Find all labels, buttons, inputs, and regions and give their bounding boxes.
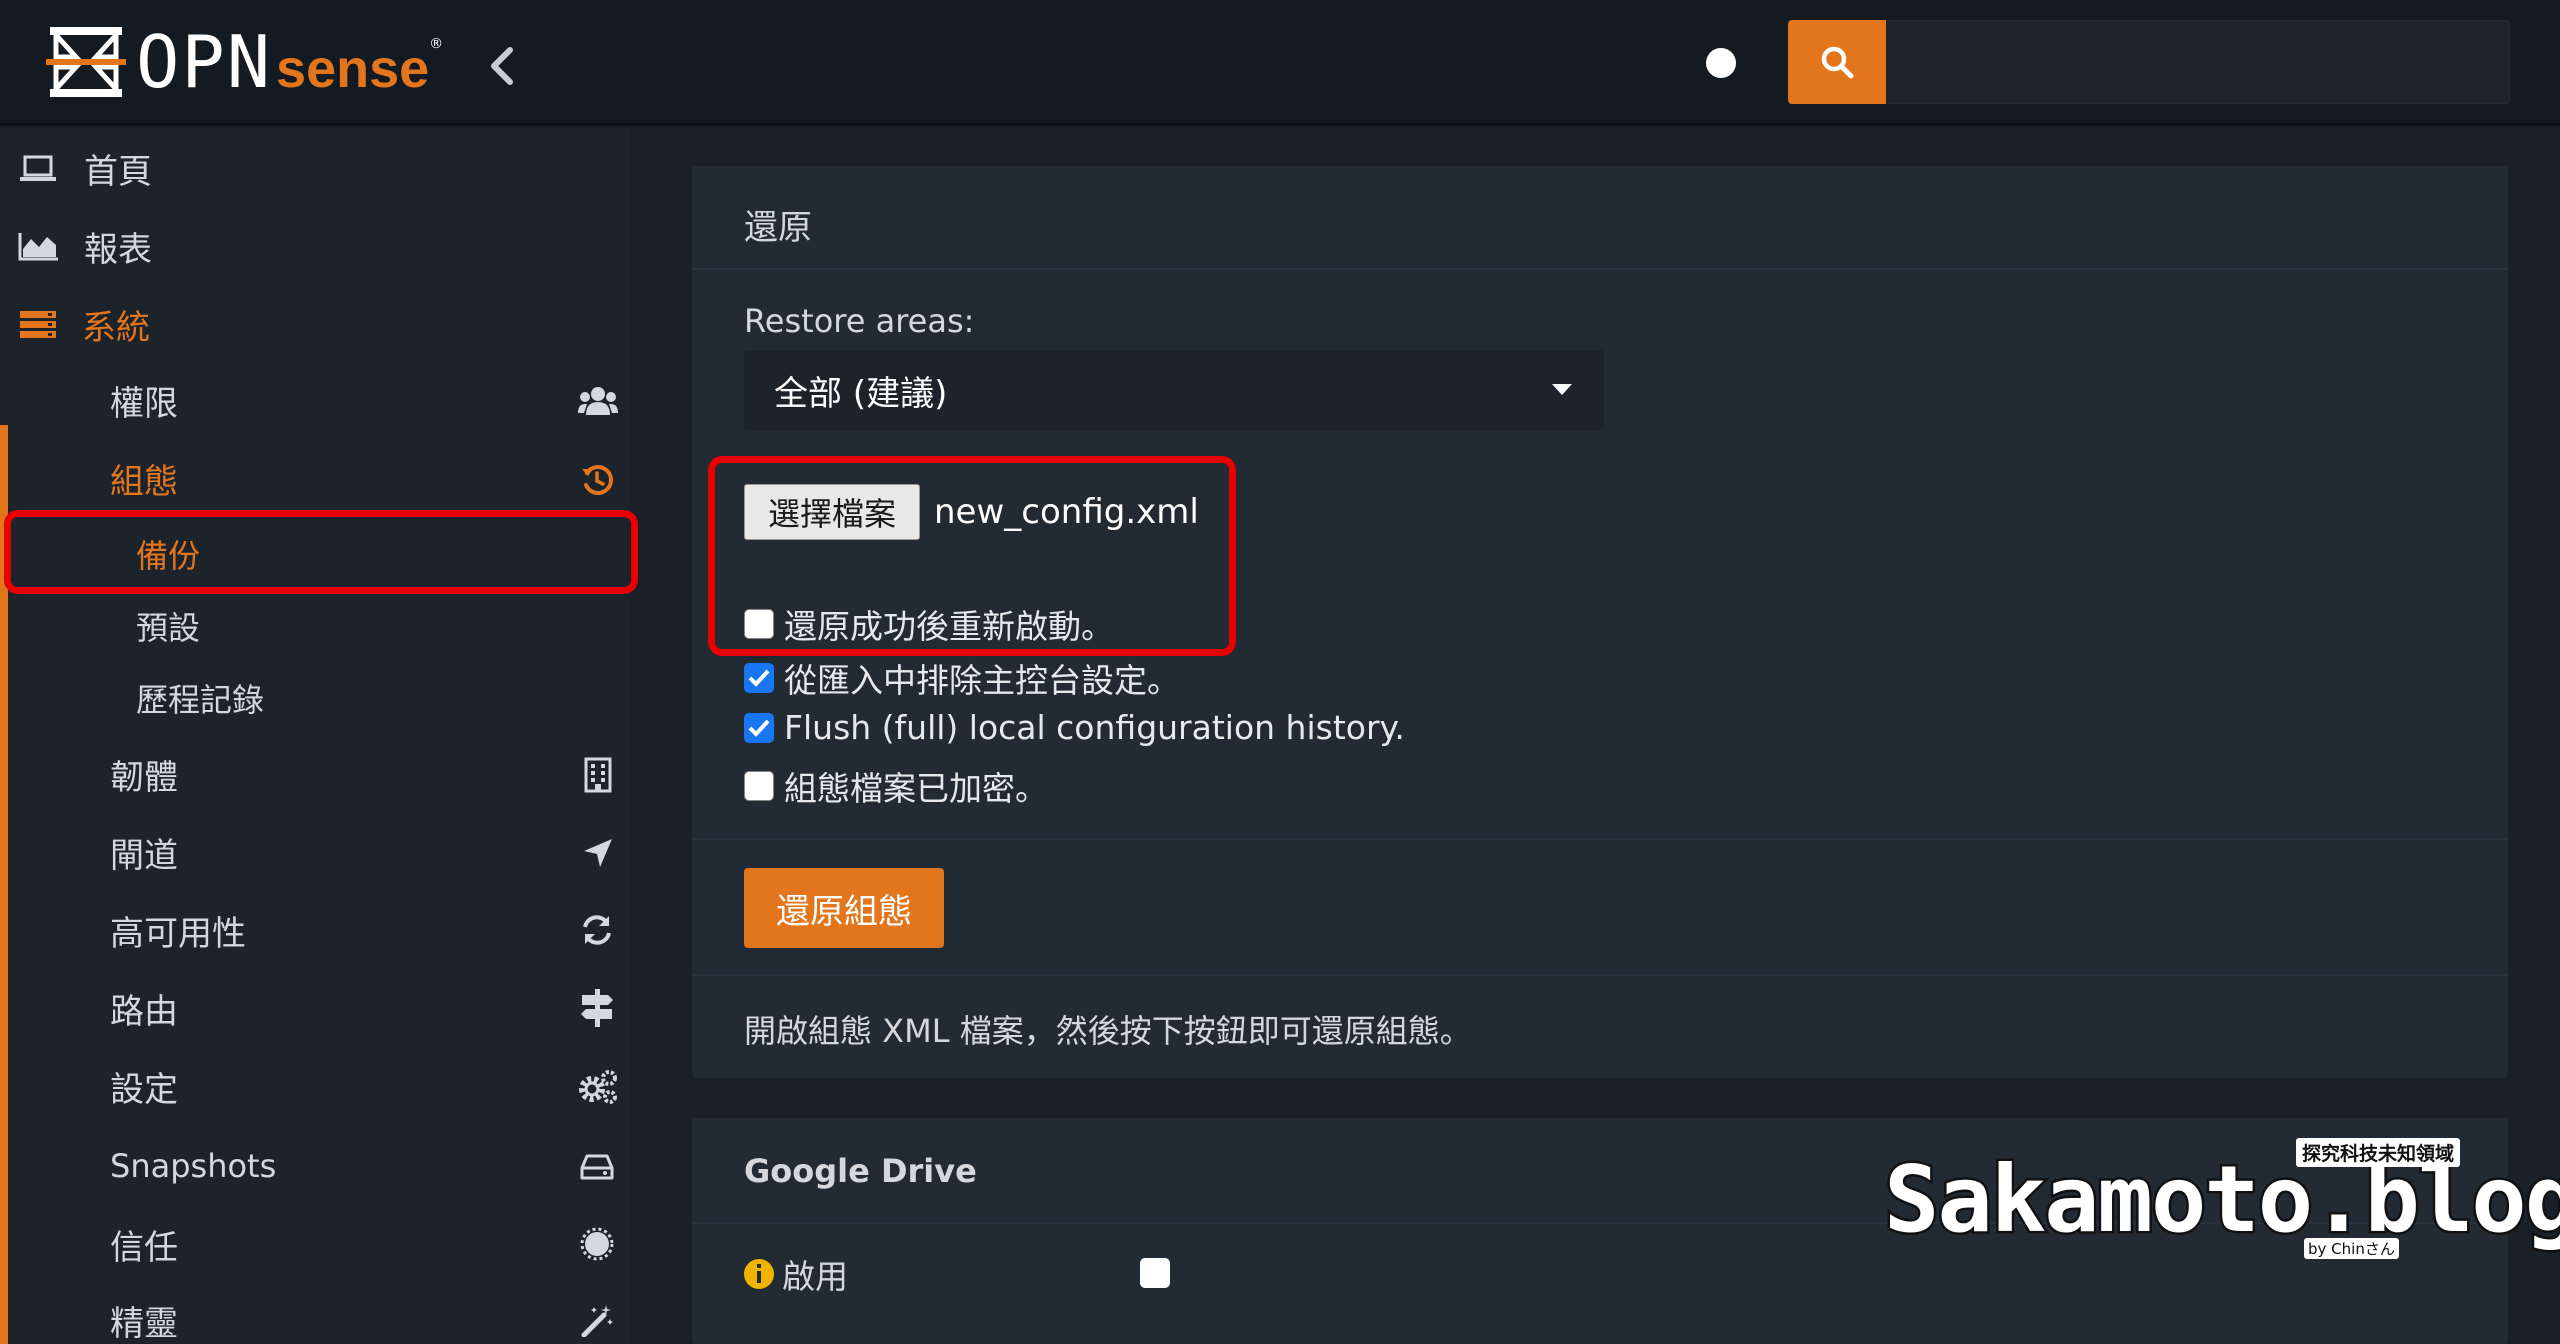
- highlight-annotation: [708, 456, 1236, 656]
- enable-label: 啟用: [782, 1257, 848, 1296]
- highlight-annotation: [4, 510, 638, 594]
- select-value: 全部 (建議): [774, 373, 948, 414]
- building-icon: [584, 757, 612, 793]
- search-button[interactable]: [1788, 20, 1886, 104]
- sidebar-item-gateways[interactable]: 閘道: [0, 817, 630, 887]
- watermark: Sakamoto.blog 探究科技未知領域 by Chinさん: [1881, 1134, 2560, 1264]
- sidebar-item-history[interactable]: 歷程記錄: [0, 663, 630, 733]
- sidebar-item-wizard[interactable]: 精靈: [0, 1285, 630, 1344]
- logo-text-primary: OPN: [136, 20, 273, 104]
- users-icon: [578, 387, 618, 415]
- panel-title: 還原: [744, 208, 812, 248]
- sidebar-item-label: 預設: [136, 609, 201, 647]
- check-icon: [748, 669, 770, 687]
- enable-checkbox[interactable]: [1140, 1258, 1170, 1288]
- restore-areas-select[interactable]: 全部 (建議): [744, 350, 1604, 430]
- area-chart-icon: [18, 233, 58, 261]
- sidebar-item-label: 系統: [82, 307, 150, 348]
- option-exclude-console[interactable]: 從匯入中排除主控台設定。: [744, 654, 1180, 702]
- option-label: 組態檔案已加密。: [784, 769, 1048, 808]
- panel-header: 還原: [692, 166, 2508, 270]
- sidebar: 首頁 報表 系統 權限 組態 備份 預設 歷程記錄 韌體 閘道 高可用性 路由 …: [0, 129, 638, 1344]
- sidebar-item-settings[interactable]: 設定: [0, 1051, 630, 1121]
- location-arrow-icon: [584, 839, 612, 867]
- divider: [692, 974, 2508, 976]
- logo-registered-mark: ®: [429, 36, 444, 52]
- sidebar-item-system[interactable]: 系統: [0, 289, 630, 359]
- sidebar-item-label: 設定: [110, 1069, 178, 1110]
- checkbox-unchecked[interactable]: [744, 771, 774, 801]
- watermark-byline: by Chinさん: [2304, 1238, 2399, 1259]
- sidebar-item-label: Snapshots: [110, 1147, 277, 1185]
- server-icon: [20, 311, 56, 338]
- sidebar-item-label: 權限: [110, 383, 178, 424]
- caret-down-icon: [1552, 384, 1572, 395]
- sidebar-item-trust[interactable]: 信任: [0, 1209, 630, 1279]
- sidebar-item-label: 歷程記錄: [136, 681, 265, 719]
- cogs-icon: [579, 1070, 617, 1104]
- sidebar-item-label: 精靈: [110, 1303, 178, 1344]
- sidebar-item-label: 首頁: [84, 151, 152, 192]
- magic-icon: [581, 1305, 613, 1337]
- sidebar-item-access[interactable]: 權限: [0, 365, 630, 435]
- sidebar-item-label: 閘道: [110, 835, 178, 876]
- sidebar-item-label: 韌體: [110, 757, 178, 798]
- checkbox-checked[interactable]: [744, 663, 774, 693]
- opnsense-logo-icon: [46, 27, 126, 97]
- info-icon[interactable]: [744, 1259, 774, 1289]
- panel-title: Google Drive: [744, 1152, 977, 1190]
- laptop-icon: [20, 155, 56, 181]
- divider: [692, 838, 2508, 840]
- sidebar-item-label: 高可用性: [110, 913, 246, 954]
- sidebar-item-snapshots[interactable]: Snapshots: [0, 1131, 630, 1201]
- chevron-left-icon[interactable]: [484, 46, 520, 86]
- option-label: Flush (full) local configuration history…: [784, 708, 1405, 747]
- sidebar-item-label: 報表: [84, 229, 152, 270]
- sidebar-item-firmware[interactable]: 韌體: [0, 739, 630, 809]
- sidebar-item-reporting[interactable]: 報表: [0, 211, 630, 281]
- restore-areas-label: Restore areas:: [744, 302, 975, 340]
- option-encrypted[interactable]: 組態檔案已加密。: [744, 762, 1048, 810]
- history-icon: [582, 465, 613, 495]
- status-dot[interactable]: [1706, 48, 1736, 78]
- watermark-tagline: 探究科技未知領域: [2296, 1138, 2461, 1167]
- drive-icon: [580, 1154, 614, 1180]
- sidebar-item-routes[interactable]: 路由: [0, 973, 630, 1043]
- option-label: 從匯入中排除主控台設定。: [784, 661, 1180, 700]
- check-icon: [748, 719, 770, 737]
- logo[interactable]: OPN sense ®: [46, 20, 444, 104]
- sidebar-item-defaults[interactable]: 預設: [0, 591, 630, 661]
- sidebar-item-lobby[interactable]: 首頁: [0, 133, 630, 203]
- sidebar-item-label: 路由: [110, 991, 178, 1032]
- signpost-icon: [581, 989, 613, 1027]
- sidebar-item-configuration[interactable]: 組態: [0, 443, 630, 513]
- sidebar-item-high-availability[interactable]: 高可用性: [0, 895, 630, 965]
- top-bar: OPN sense ®: [0, 0, 2560, 126]
- enable-label-row: 啟用: [744, 1250, 848, 1298]
- option-flush-history[interactable]: Flush (full) local configuration history…: [744, 708, 1405, 747]
- sidebar-item-label: 組態: [110, 461, 178, 502]
- logo-text-secondary: sense: [276, 39, 430, 99]
- search-icon: [1821, 46, 1854, 79]
- checkbox-checked[interactable]: [744, 712, 774, 743]
- search-input[interactable]: [1886, 20, 2510, 104]
- restore-configuration-button[interactable]: 還原組態: [744, 868, 944, 948]
- help-text: 開啟組態 XML 檔案，然後按下按鈕即可還原組態。: [744, 1012, 1472, 1050]
- sidebar-item-label: 信任: [110, 1227, 178, 1268]
- certificate-icon: [580, 1227, 614, 1261]
- refresh-icon: [583, 915, 611, 945]
